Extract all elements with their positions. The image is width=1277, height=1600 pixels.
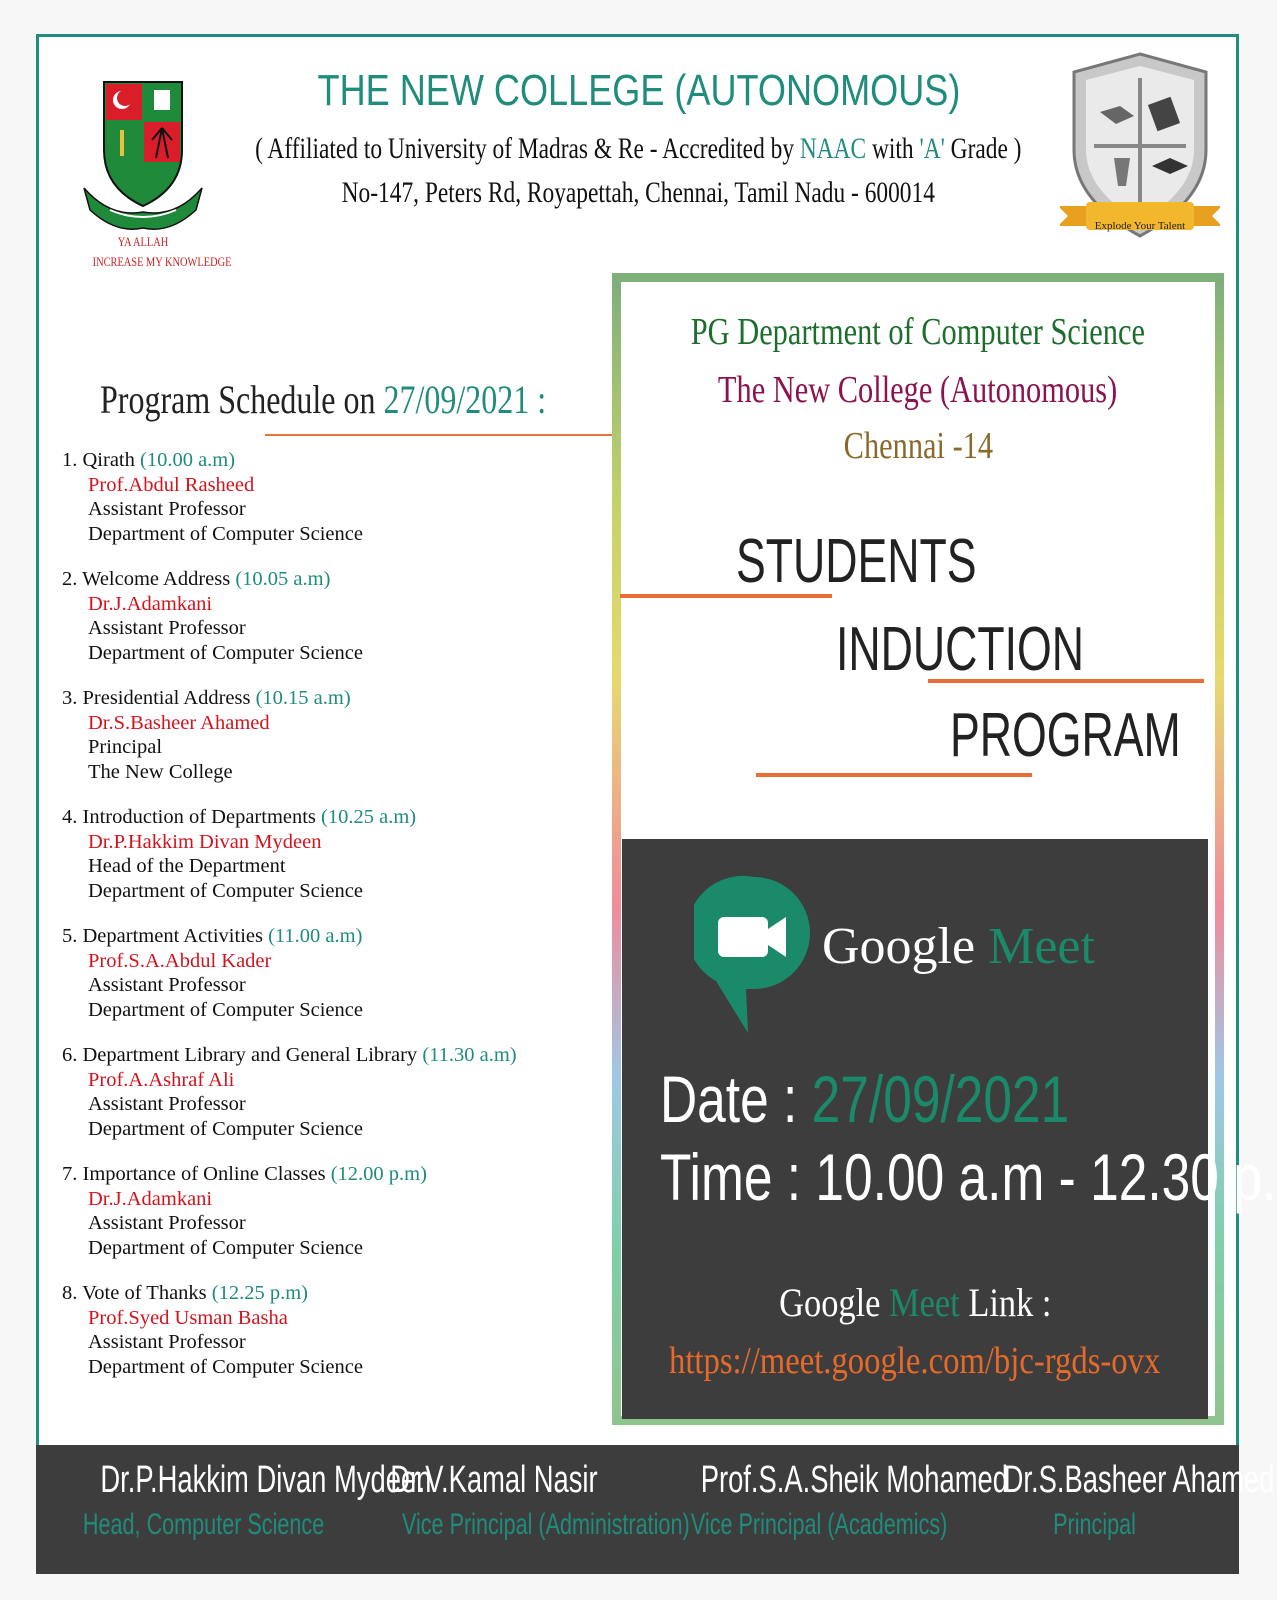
meet-link-label: Google Meet Link : [778,1280,1052,1325]
signatory: Prof.S.A.Sheik Mohamed Vice Principal (A… [690,1459,1008,1541]
college-address: No-147, Peters Rd, Royapettah, Chennai, … [341,176,936,209]
college-title: THE NEW COLLEGE (AUTONOMOUS) [317,66,960,115]
speaker-name: Dr.P.Hakkim Divan Mydeen [88,830,322,853]
speaker-dept: Department of Computer Science [88,1117,363,1140]
speaker-role: Principal [88,736,163,758]
speaker-name: Prof.Syed Usman Basha [88,1306,288,1329]
speaker-dept: Department of Computer Science [88,522,363,545]
speaker-dept: Department of Computer Science [88,641,363,664]
google-meet-box: Google Meet Date : 27/09/2021 Time : 10.… [622,839,1277,1419]
signatory: Dr.S.Basheer Ahamed Principal [1003,1459,1275,1541]
footer-signatories: Dr.P.Hakkim Divan Mydeen Head, Computer … [36,1445,1275,1574]
schedule-item: 8. Vote of Thanks (12.25 p.m) Prof.Syed … [62,1281,622,1379]
schedule-item: 3. Presidential Address (10.15 a.m) Dr.S… [62,686,622,784]
motto-line-1: YA ALLAH [117,234,169,249]
dept-line-3: Chennai -14 [843,425,993,467]
accent-line [756,773,1032,777]
speaker-dept: Department of Computer Science [88,1236,363,1259]
speaker-role: Assistant Professor [88,1212,246,1234]
signatory: Dr.P.Hakkim Divan Mydeen Head, Computer … [82,1459,432,1541]
speaker-name: Dr.J.Adamkani [88,592,213,615]
schedule-list: 1. Qirath (10.00 a.m) Prof.Abdul Rasheed… [62,448,622,1400]
schedule-item: 4. Introduction of Departments (10.25 a.… [62,805,622,903]
accent-line [620,594,832,598]
speaker-role: Head of the Department [88,855,286,877]
speaker-role: Assistant Professor [88,1331,246,1353]
speaker-name: Prof.A.Ashraf Ali [88,1068,235,1091]
schedule-item: 5. Department Activities (11.00 a.m) Pro… [62,924,622,1022]
schedule-item: 6. Department Library and General Librar… [62,1043,622,1141]
google-meet-brand: Google Meet [822,918,1095,975]
speaker-dept: Department of Computer Science [88,879,363,902]
dept-line-2: The New College (Autonomous) [718,369,1118,411]
speaker-name: Prof.Abdul Rasheed [88,473,255,496]
accent-line [928,679,1204,683]
schedule-item: 7. Importance of Online Classes (12.00 p… [62,1162,622,1260]
speaker-dept: Department of Computer Science [88,998,363,1021]
speaker-dept: The New College [88,760,233,783]
dept-line-1: PG Department of Computer Science [690,311,1146,353]
schedule-title: Program Schedule on 27/09/2021 : [100,377,547,422]
speaker-role: Assistant Professor [88,1093,246,1115]
schedule-item: 1. Qirath (10.00 a.m) Prof.Abdul Rasheed… [62,448,622,546]
schedule-divider [265,434,613,436]
speaker-name: Dr.J.Adamkani [88,1187,213,1210]
shield-ribbon-text: Explode Your Talent [1094,220,1186,232]
schedule-item: 2. Welcome Address (10.05 a.m) Dr.J.Adam… [62,567,622,665]
speaker-name: Prof.S.A.Abdul Kader [88,949,272,972]
word-induction: INDUCTION [836,615,1084,684]
google-meet-icon [694,875,810,1033]
speaker-role: Assistant Professor [88,498,246,520]
event-date: Date : 27/09/2021 [660,1062,1070,1136]
speaker-role: Assistant Professor [88,617,246,639]
meet-link-url[interactable]: https://meet.google.com/bjc-rgds-ovx [622,1339,1208,1383]
affiliation-line: ( Affiliated to University of Madras & R… [255,132,1022,165]
word-program: PROGRAM [950,701,1181,770]
signatory: Dr.V.Kamal Nasir Vice Principal (Adminis… [389,1459,690,1541]
word-students: STUDENTS [736,527,977,596]
speaker-name: Dr.S.Basheer Ahamed [88,711,270,734]
speaker-dept: Department of Computer Science [88,1355,363,1378]
motto-line-2: INCREASE MY KNOWLEDGE [92,254,232,269]
event-time: Time : 10.00 a.m - 12.30 p.m [660,1140,1277,1214]
speaker-role: Assistant Professor [88,974,246,996]
